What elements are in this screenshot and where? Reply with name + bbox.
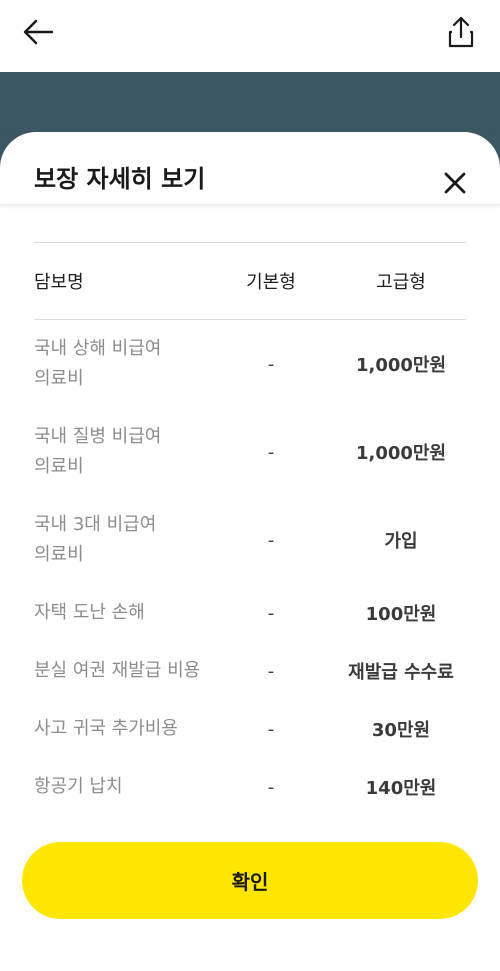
arrow-left-icon (23, 19, 54, 45)
coverage-name: 자택 도난 손해 (34, 602, 145, 623)
column-header-premium: 고급형 (376, 272, 426, 293)
table-row: 국내 3대 비급여 의료비 - 가입 (34, 496, 466, 584)
basic-value: - (267, 529, 275, 551)
sheet-title: 보장 자세히 보기 (34, 165, 206, 193)
confirm-button[interactable]: 확인 (22, 842, 478, 919)
share-icon (448, 16, 474, 48)
table-row: 국내 상해 비급여 의료비 - 1,000만원 (34, 320, 466, 408)
premium-value: 1,000만원 (355, 355, 447, 376)
basic-value: - (267, 441, 275, 463)
premium-value: 가입 (384, 531, 418, 552)
close-icon (444, 172, 466, 194)
basic-value: - (267, 776, 275, 798)
premium-value: 1,000만원 (355, 443, 447, 464)
coverage-name: 사고 귀국 추가비용 (34, 718, 178, 739)
back-button[interactable] (20, 14, 60, 50)
close-button[interactable] (440, 168, 470, 198)
table-row: 분실 여권 재발급 비용 - 재발급 수수료 (34, 642, 466, 700)
coverage-table: 담보명 기본형 고급형 국내 상해 비급여 의료비 - 1,000만원 국내 질… (34, 242, 466, 816)
premium-value: 100만원 (365, 604, 437, 625)
column-header-basic: 기본형 (246, 272, 296, 293)
coverage-name: 분실 여권 재발급 비용 (34, 660, 201, 681)
coverage-name: 국내 질병 비급여 의료비 (34, 426, 162, 477)
premium-value: 30만원 (371, 720, 431, 741)
premium-value: 140만원 (365, 778, 437, 799)
basic-value: - (267, 718, 275, 740)
coverage-name: 국내 3대 비급여 의료비 (34, 514, 157, 565)
table-row: 자택 도난 손해 - 100만원 (34, 584, 466, 642)
share-button[interactable] (442, 12, 480, 52)
premium-value: 재발급 수수료 (348, 662, 454, 683)
column-header-coverage: 담보명 (34, 272, 84, 293)
coverage-name: 항공기 납치 (34, 776, 123, 797)
basic-value: - (267, 602, 275, 624)
table-row: 항공기 납치 - 140만원 (34, 758, 466, 816)
basic-value: - (267, 353, 275, 375)
table-row: 사고 귀국 추가비용 - 30만원 (34, 700, 466, 758)
table-row: 국내 질병 비급여 의료비 - 1,000만원 (34, 408, 466, 496)
basic-value: - (267, 660, 275, 682)
top-app-bar (0, 0, 500, 72)
table-header-row: 담보명 기본형 고급형 (34, 243, 466, 319)
coverage-name: 국내 상해 비급여 의료비 (34, 338, 162, 389)
sheet-header: 보장 자세히 보기 (0, 132, 500, 205)
